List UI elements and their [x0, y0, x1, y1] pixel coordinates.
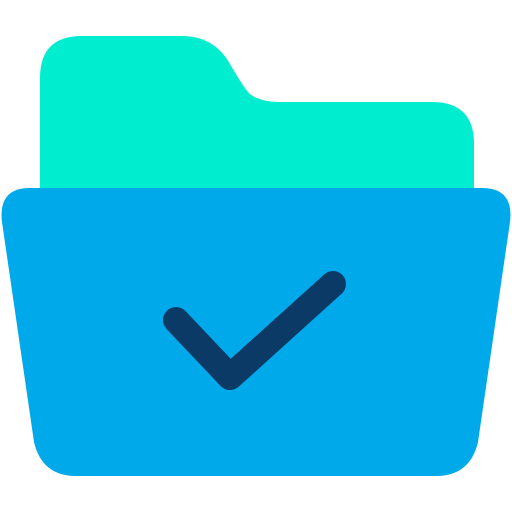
folder-back-panel	[40, 36, 474, 210]
folder-check-icon	[1, 36, 511, 476]
folder-front-panel	[1, 188, 511, 476]
folder-check-icon-canvas	[0, 0, 512, 512]
